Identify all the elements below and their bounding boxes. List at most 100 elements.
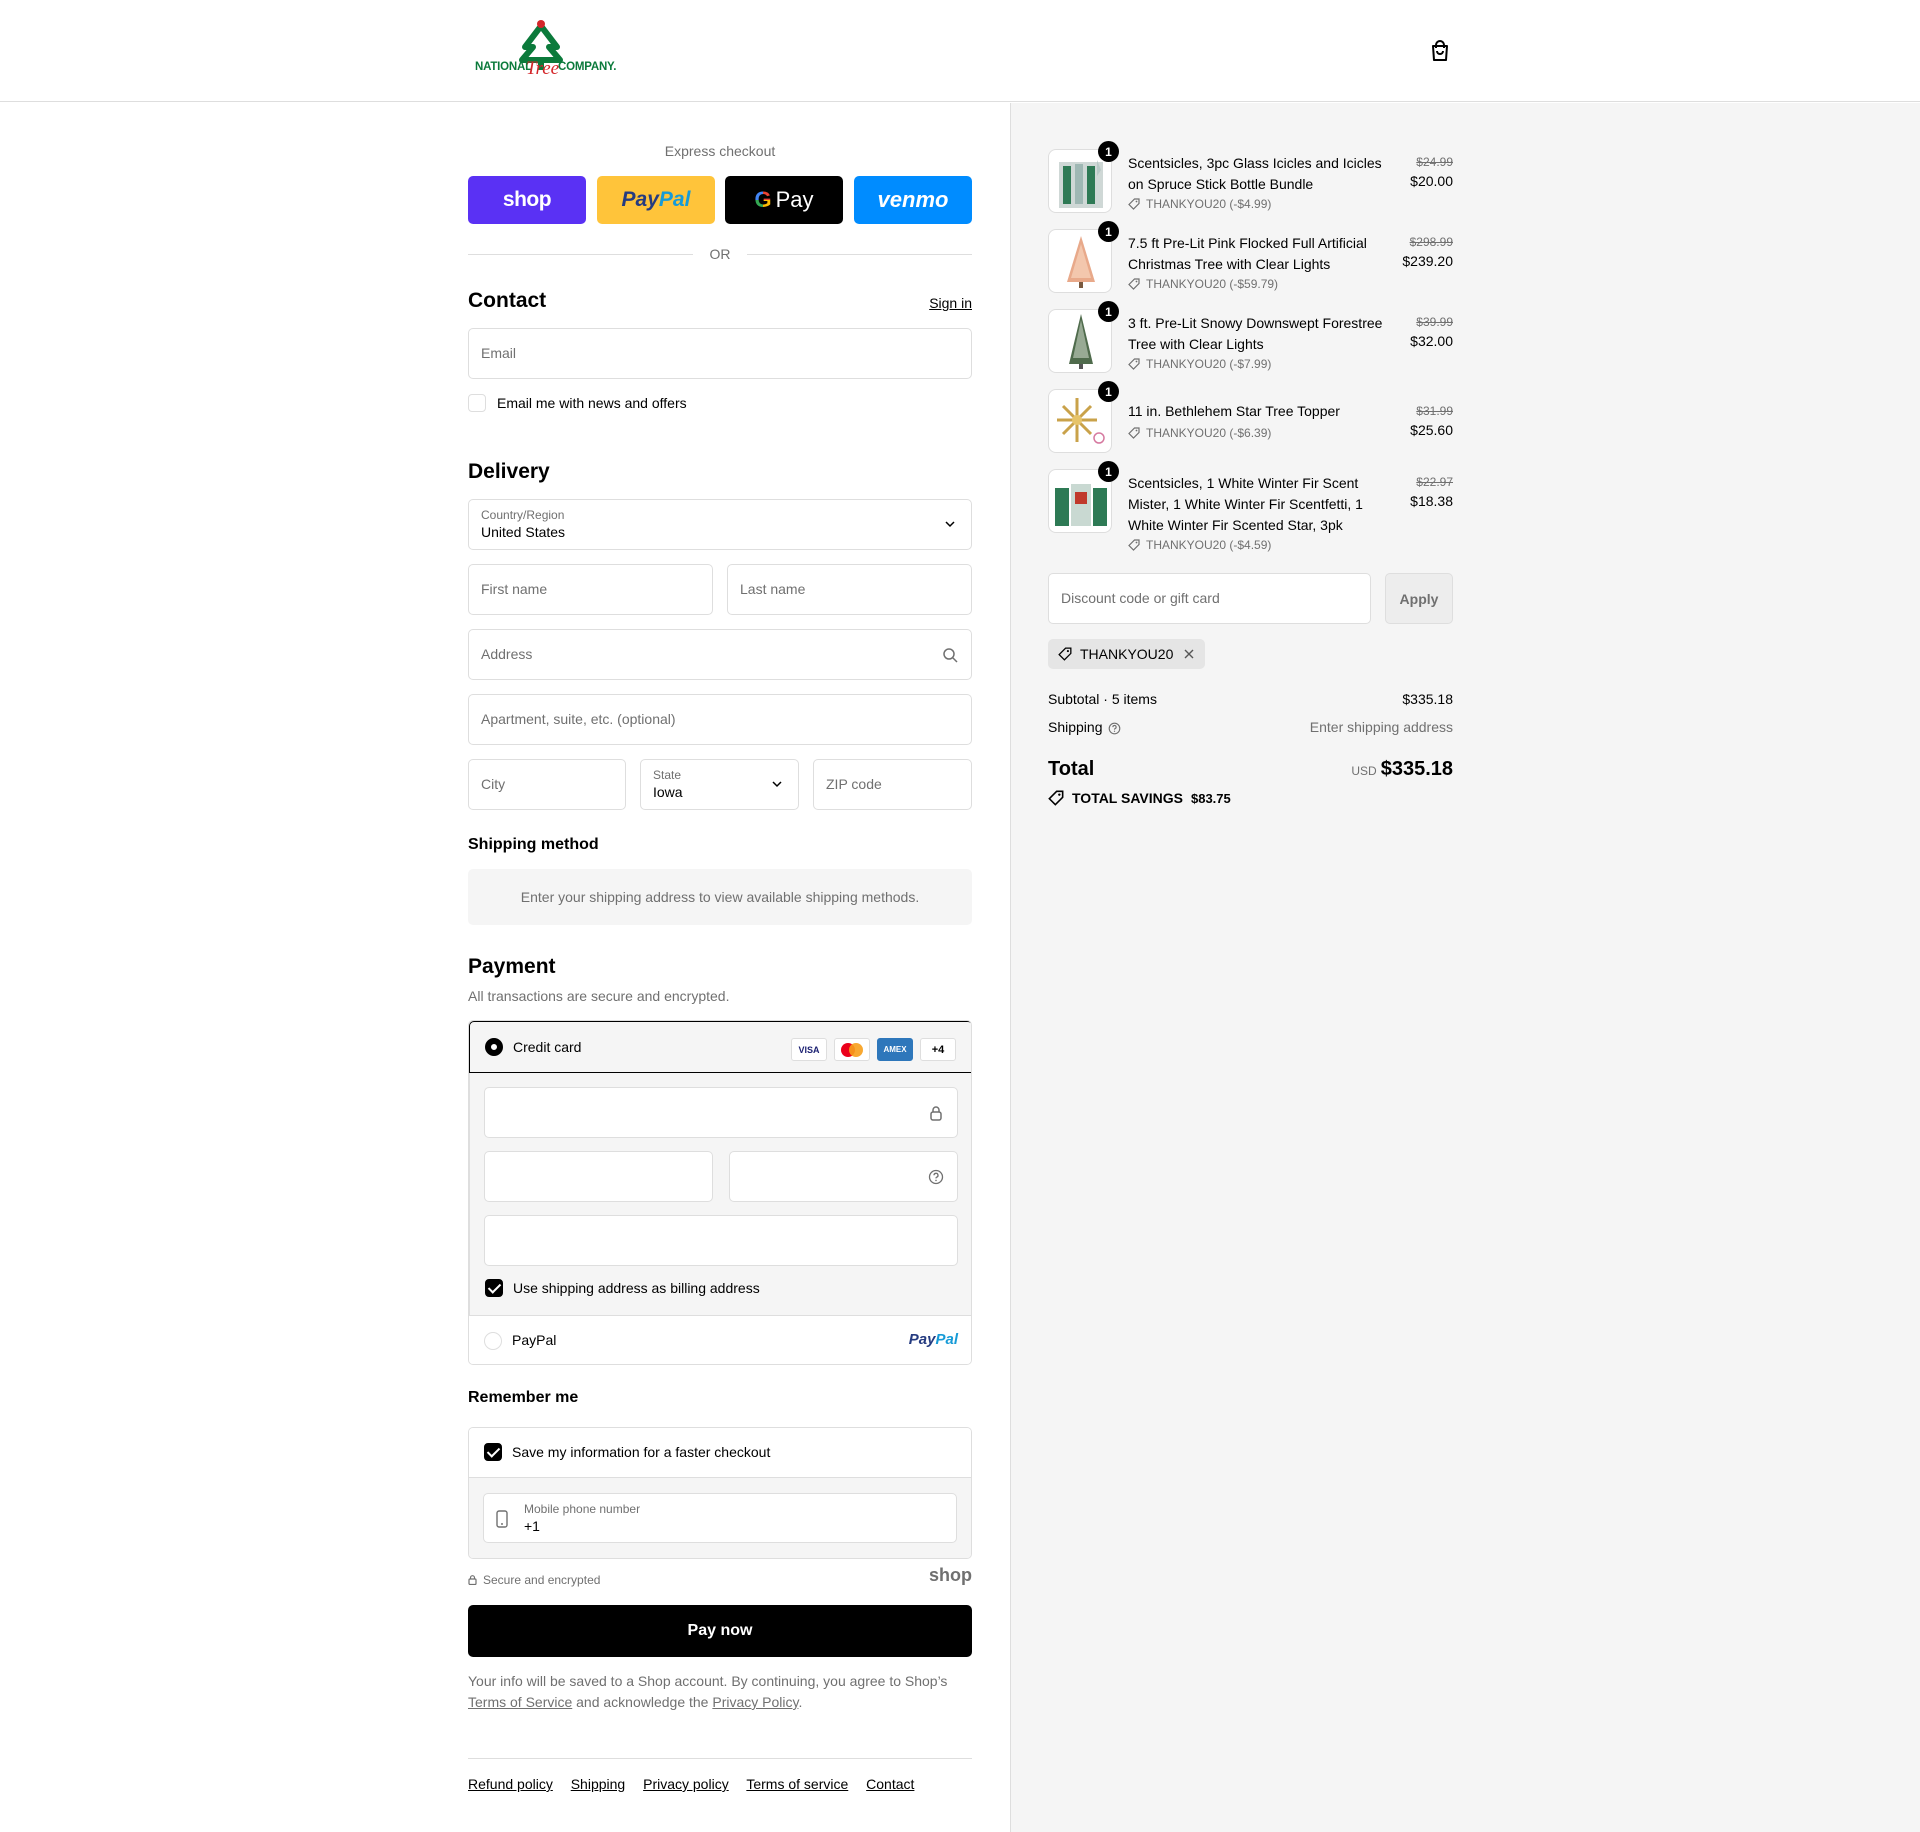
total-row: Total USD $335.18 bbox=[1048, 758, 1453, 786]
footer-divider bbox=[468, 1758, 972, 1759]
shop-pay-button[interactable]: shop bbox=[468, 176, 586, 224]
quantity-badge: 1 bbox=[1098, 461, 1119, 482]
discounted-price: $25.60 bbox=[1410, 422, 1453, 438]
privacy-policy-footer-link[interactable]: Privacy policy bbox=[643, 1776, 729, 1792]
discounted-price: $239.20 bbox=[1402, 253, 1453, 269]
newsletter-label: Email me with news and offers bbox=[497, 395, 687, 411]
card-number-field[interactable] bbox=[484, 1087, 958, 1138]
save-info-checkbox[interactable] bbox=[484, 1443, 502, 1461]
item-discount: THANKYOU20 (-$6.39) bbox=[1128, 426, 1271, 440]
save-info-label: Save my information for a faster checkou… bbox=[512, 1444, 771, 1460]
quantity-badge: 1 bbox=[1098, 141, 1119, 162]
paypal-label-a: Pay bbox=[621, 188, 659, 211]
header: NATIONAL Tree COMPANY. bbox=[0, 0, 1920, 102]
logo-text-company: COMPANY. bbox=[558, 61, 617, 73]
credit-card-option[interactable]: Credit card VISA AMEX +4 bbox=[469, 1021, 971, 1073]
city-field[interactable]: City bbox=[468, 759, 626, 810]
item-discount: THANKYOU20 (-$4.59) bbox=[1128, 538, 1271, 552]
mobile-phone-field[interactable]: Mobile phone number +1 bbox=[483, 1493, 957, 1543]
apply-discount-button[interactable]: Apply bbox=[1385, 573, 1453, 624]
remove-discount-icon[interactable] bbox=[1183, 648, 1195, 660]
credit-card-label: Credit card bbox=[513, 1039, 582, 1055]
help-icon[interactable] bbox=[928, 1169, 944, 1185]
state-select[interactable]: State Iowa bbox=[640, 759, 799, 810]
phone-value: +1 bbox=[524, 1518, 540, 1534]
or-divider: OR bbox=[468, 246, 972, 262]
quantity-badge: 1 bbox=[1098, 381, 1119, 402]
paypal-logo-b: Pal bbox=[935, 1331, 958, 1348]
billing-same-checkbox[interactable] bbox=[485, 1279, 503, 1297]
legal-text-3: . bbox=[798, 1694, 803, 1710]
shipping-row: Shipping Enter shipping address bbox=[1048, 719, 1453, 735]
pay-now-button[interactable]: Pay now bbox=[468, 1605, 972, 1657]
item-discount-code: THANKYOU20 (-$4.59) bbox=[1146, 538, 1272, 552]
last-name-field[interactable]: Last name bbox=[727, 564, 972, 615]
name-on-card-field[interactable] bbox=[484, 1215, 958, 1266]
credit-card-form: Use shipping address as billing address bbox=[469, 1073, 971, 1315]
contact-link[interactable]: Contact bbox=[866, 1776, 914, 1792]
footer-links: Refund policy Shipping Privacy policy Te… bbox=[468, 1776, 928, 1792]
visa-icon: VISA bbox=[791, 1038, 827, 1061]
security-code-field[interactable] bbox=[729, 1151, 958, 1202]
credit-card-radio[interactable] bbox=[485, 1038, 503, 1056]
total-savings-row: TOTAL SAVINGS $83.75 bbox=[1048, 790, 1453, 806]
item-discount-code: THANKYOU20 (-$7.99) bbox=[1146, 357, 1272, 371]
tag-icon bbox=[1128, 427, 1140, 439]
terms-of-service-footer-link[interactable]: Terms of service bbox=[746, 1776, 848, 1792]
tag-icon bbox=[1128, 358, 1140, 370]
billing-same-label: Use shipping address as billing address bbox=[513, 1280, 760, 1296]
tag-icon bbox=[1128, 278, 1140, 290]
help-icon[interactable] bbox=[1108, 722, 1121, 735]
paypal-radio[interactable] bbox=[484, 1332, 502, 1350]
first-name-placeholder: First name bbox=[481, 581, 548, 597]
venmo-button[interactable]: venmo bbox=[854, 176, 972, 224]
terms-of-service-link[interactable]: Terms of Service bbox=[468, 1694, 572, 1710]
zip-placeholder: ZIP code bbox=[826, 776, 882, 792]
product-name: 11 in. Bethlehem Star Tree Topper bbox=[1128, 403, 1340, 419]
paypal-label-b: Pal bbox=[658, 188, 691, 211]
google-pay-button[interactable]: G Pay bbox=[725, 176, 843, 224]
email-field[interactable]: Email bbox=[468, 328, 972, 379]
subtotal-label: Subtotal · 5 items bbox=[1048, 691, 1157, 707]
discount-code-input[interactable]: Discount code or gift card bbox=[1048, 573, 1371, 624]
zip-field[interactable]: ZIP code bbox=[813, 759, 972, 810]
country-select[interactable]: Country/Region United States bbox=[468, 499, 972, 550]
gpay-label: Pay bbox=[775, 187, 814, 212]
product-name: 7.5 ft Pre-Lit Pink Flocked Full Artific… bbox=[1128, 235, 1367, 272]
shipping-policy-link[interactable]: Shipping bbox=[571, 1776, 626, 1792]
phone-section: Mobile phone number +1 bbox=[469, 1478, 971, 1558]
tag-icon bbox=[1128, 539, 1140, 551]
mastercard-icon bbox=[834, 1038, 870, 1061]
item-discount-code: THANKYOU20 (-$4.99) bbox=[1146, 197, 1272, 211]
shopping-bag-icon[interactable] bbox=[1428, 38, 1452, 64]
lock-icon bbox=[930, 1106, 942, 1121]
national-tree-company-logo[interactable]: NATIONAL Tree COMPANY. bbox=[472, 20, 616, 82]
address-field[interactable]: Address bbox=[468, 629, 972, 680]
save-info-row[interactable]: Save my information for a faster checkou… bbox=[469, 1428, 971, 1478]
discount-placeholder: Discount code or gift card bbox=[1061, 590, 1220, 606]
paypal-option[interactable]: PayPal PayPal bbox=[469, 1315, 971, 1364]
remember-me-title: Remember me bbox=[468, 1389, 579, 1406]
tag-icon bbox=[1048, 790, 1064, 806]
total-label: Total bbox=[1048, 758, 1095, 780]
refund-policy-link[interactable]: Refund policy bbox=[468, 1776, 553, 1792]
first-name-field[interactable]: First name bbox=[468, 564, 713, 615]
search-icon bbox=[943, 648, 958, 663]
shipping-method-info: Enter your shipping address to view avai… bbox=[468, 869, 972, 925]
currency-code: USD bbox=[1351, 764, 1377, 778]
item-discount-code: THANKYOU20 (-$6.39) bbox=[1146, 426, 1272, 440]
chevron-down-icon bbox=[772, 781, 782, 788]
discounted-price: $18.38 bbox=[1410, 493, 1453, 509]
paypal-button[interactable]: Pay Pal bbox=[597, 176, 715, 224]
newsletter-checkbox[interactable] bbox=[468, 394, 486, 412]
logo-text-national: NATIONAL bbox=[475, 61, 532, 73]
city-placeholder: City bbox=[481, 776, 506, 792]
sign-in-link[interactable]: Sign in bbox=[929, 295, 972, 311]
privacy-policy-link[interactable]: Privacy Policy bbox=[712, 1694, 798, 1710]
paypal-logo-icon: PayPal bbox=[909, 1331, 958, 1348]
legal-text-2: and acknowledge the bbox=[576, 1694, 709, 1710]
expiration-date-field[interactable] bbox=[484, 1151, 713, 1202]
apartment-field[interactable]: Apartment, suite, etc. (optional) bbox=[468, 694, 972, 745]
shipping-method-title: Shipping method bbox=[468, 836, 599, 853]
state-label: State bbox=[653, 768, 682, 782]
